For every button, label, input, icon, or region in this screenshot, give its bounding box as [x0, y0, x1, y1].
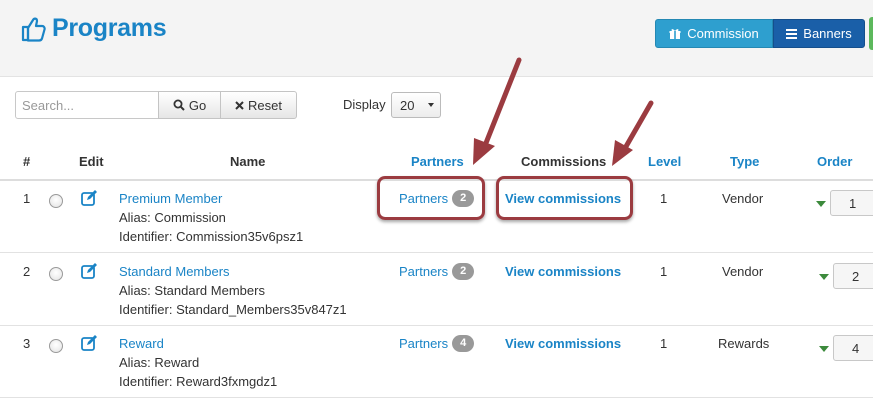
row-divider: [0, 252, 873, 253]
type-value: Rewards: [718, 336, 770, 351]
row-divider: [0, 397, 873, 398]
chevron-down-icon: [428, 103, 434, 107]
column-header-number: #: [23, 154, 31, 169]
arrow-to-commissions-icon: [612, 100, 654, 166]
caret-down-icon[interactable]: [819, 274, 829, 280]
reset-button-label: Reset: [248, 97, 282, 113]
page-title-text: Programs: [52, 14, 167, 42]
program-identifier: Identifier: Commission35v6psz1: [119, 229, 304, 244]
caret-down-icon[interactable]: [816, 201, 826, 207]
program-identifier: Identifier: Reward3fxmgdz1: [119, 374, 278, 389]
program-name-link[interactable]: Standard Members: [119, 264, 230, 279]
level-value: 1: [660, 264, 668, 279]
program-name-link[interactable]: Premium Member: [119, 191, 222, 206]
program-alias: Alias: Standard Members: [119, 283, 265, 298]
level-value: 1: [660, 336, 668, 351]
column-header-edit: Edit: [79, 154, 104, 169]
search-icon: [173, 99, 185, 111]
close-icon: [235, 100, 244, 110]
page-title: Programs: [20, 14, 167, 43]
commission-button-label: Commission: [687, 26, 759, 41]
offscreen-green-button[interactable]: [869, 17, 873, 50]
thumbs-up-icon: [21, 17, 46, 42]
row-select-radio[interactable]: [49, 267, 63, 281]
display-label: Display: [343, 97, 386, 112]
order-input[interactable]: 1: [830, 190, 873, 216]
program-alias: Alias: Reward: [119, 355, 200, 370]
column-header-level[interactable]: Level: [648, 154, 681, 169]
order-value: 1: [849, 195, 857, 211]
commissions-highlight-box: [496, 176, 633, 220]
row-number: 2: [23, 264, 31, 279]
banners-button[interactable]: Banners: [773, 19, 865, 48]
column-header-name: Name: [230, 154, 266, 169]
row-divider: [0, 325, 873, 326]
type-value: Vendor: [722, 264, 764, 279]
partners-link-label: Partners: [399, 336, 449, 351]
view-commissions-link[interactable]: View commissions: [505, 264, 621, 279]
view-commissions-link[interactable]: View commissions: [505, 336, 621, 351]
banners-button-label: Banners: [803, 26, 852, 41]
partners-link[interactable]: Partners 2: [399, 263, 475, 280]
partners-highlight-box: [377, 176, 485, 220]
search-input[interactable]: [15, 91, 159, 119]
row-select-radio[interactable]: [49, 194, 63, 208]
gift-icon: [669, 28, 681, 39]
program-name-link[interactable]: Reward: [119, 336, 164, 351]
column-header-type[interactable]: Type: [730, 154, 759, 169]
order-input[interactable]: 4: [833, 335, 873, 361]
partners-link[interactable]: Partners 4: [399, 335, 475, 352]
order-input[interactable]: 2: [833, 263, 873, 289]
type-value: Vendor: [722, 191, 764, 206]
program-alias: Alias: Commission: [119, 210, 226, 225]
edit-icon[interactable]: [81, 335, 99, 351]
commission-button[interactable]: Commission: [655, 19, 773, 48]
page-header: Programs Commission Banners: [0, 0, 873, 77]
partners-link-label: Partners: [399, 264, 449, 279]
go-button-label: Go: [188, 97, 207, 113]
partners-count-badge: 4: [452, 335, 475, 352]
list-icon: [786, 28, 798, 39]
order-value: 2: [852, 268, 860, 284]
order-value: 4: [852, 340, 860, 356]
display-select-value: 20: [400, 97, 415, 113]
caret-down-icon[interactable]: [819, 346, 829, 352]
column-header-partners[interactable]: Partners: [411, 154, 464, 169]
row-number: 3: [23, 336, 31, 351]
edit-icon[interactable]: [81, 190, 99, 206]
go-button[interactable]: Go: [158, 91, 221, 119]
edit-icon[interactable]: [81, 263, 99, 279]
level-value: 1: [660, 191, 668, 206]
reset-button[interactable]: Reset: [220, 91, 297, 119]
row-select-radio[interactable]: [49, 339, 63, 353]
column-header-commissions: Commissions: [521, 154, 607, 169]
display-select[interactable]: 20: [391, 92, 441, 118]
header-button-group: Commission Banners: [655, 19, 865, 48]
partners-count-badge: 2: [452, 263, 475, 280]
search-bar: Go Reset: [15, 91, 297, 119]
column-header-order[interactable]: Order: [817, 154, 852, 169]
row-number: 1: [23, 191, 31, 206]
program-identifier: Identifier: Standard_Members35v847z1: [119, 302, 347, 317]
